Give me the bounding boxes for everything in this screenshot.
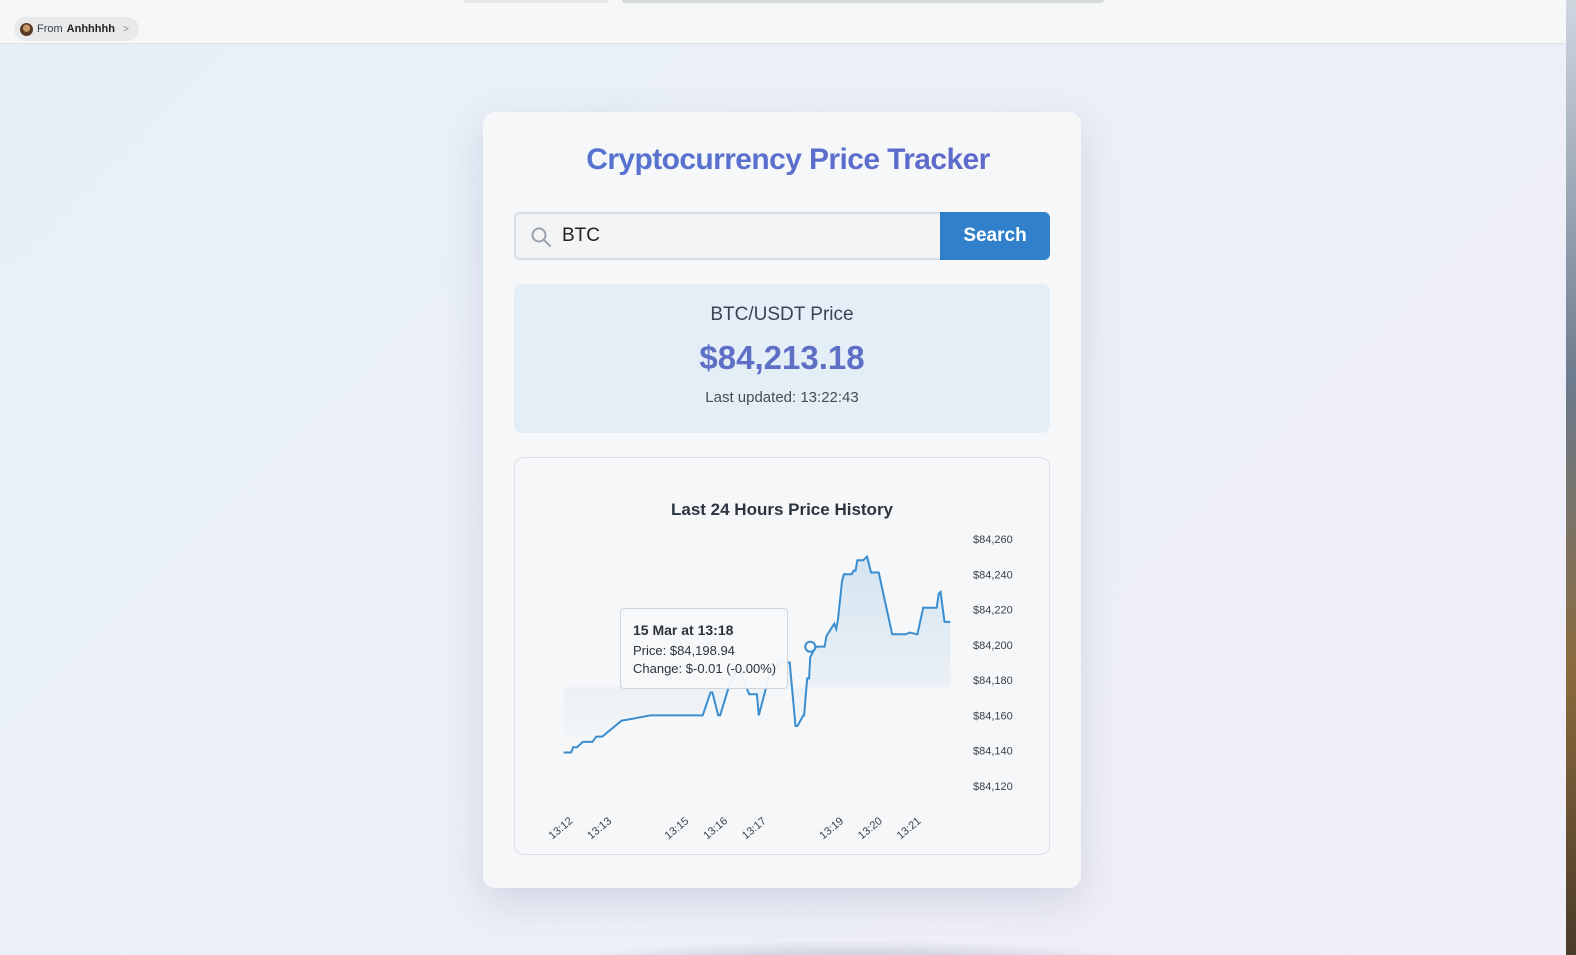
highlight-point[interactable]	[804, 640, 817, 653]
from-user-chip[interactable]: From Anhhhhh >	[14, 17, 139, 41]
y-tick-label: $84,220	[973, 605, 1013, 617]
y-tick-label: $84,180	[973, 675, 1013, 687]
price-panel: BTC/USDT Price $84,213.18 Last updated: …	[514, 284, 1050, 433]
last-updated: Last updated: 13:22:43	[705, 389, 859, 406]
search-button[interactable]: Search	[940, 212, 1050, 260]
x-tick-label: 13:20	[856, 815, 885, 840]
browser-toolbar: From Anhhhhh >	[0, 0, 1566, 44]
page-title: Cryptocurrency Price Tracker	[0, 143, 1576, 177]
x-tick-label: 13:12	[547, 815, 576, 840]
y-tick-label: $84,200	[973, 640, 1013, 652]
tooltip-date: 15 Mar at 13:18	[633, 622, 734, 638]
x-tick-label: 13:15	[663, 815, 692, 840]
x-tick-label: 13:19	[817, 815, 846, 840]
avatar	[20, 22, 33, 36]
pair-label: BTC/USDT Price	[710, 304, 854, 325]
x-tick-label: 13:13	[585, 815, 614, 840]
tooltip-change: Change: $-0.01 (-0.00%)	[633, 661, 777, 676]
from-prefix-label: From	[37, 23, 63, 35]
search-input[interactable]	[562, 214, 932, 258]
y-tick-label: $84,260	[973, 534, 1013, 546]
search-icon	[531, 227, 551, 247]
chevron-right-icon: >	[122, 23, 129, 35]
current-price: $84,213.18	[699, 339, 865, 376]
search-bar: Search	[514, 212, 1050, 260]
y-tick-label: $84,120	[973, 781, 1013, 793]
chart-tooltip: 15 Mar at 13:18 Price: $84,198.94 Change…	[620, 608, 788, 689]
y-tick-label: $84,140	[973, 746, 1013, 758]
tooltip-price: Price: $84,198.94	[633, 643, 735, 658]
y-tick-label: $84,240	[973, 569, 1013, 581]
chart-title: Last 24 Hours Price History	[670, 500, 894, 519]
search-field[interactable]	[514, 212, 940, 260]
bottom-shadow	[530, 940, 1180, 955]
tab-shadow-right	[622, 0, 1104, 3]
x-tick-label: 13:17	[740, 815, 769, 840]
tab-shadow-left	[463, 0, 608, 3]
from-user-name: Anhhhhh	[66, 23, 115, 35]
y-tick-label: $84,160	[973, 710, 1013, 722]
x-tick-label: 13:16	[701, 815, 730, 840]
x-tick-label: 13:21	[895, 815, 924, 840]
